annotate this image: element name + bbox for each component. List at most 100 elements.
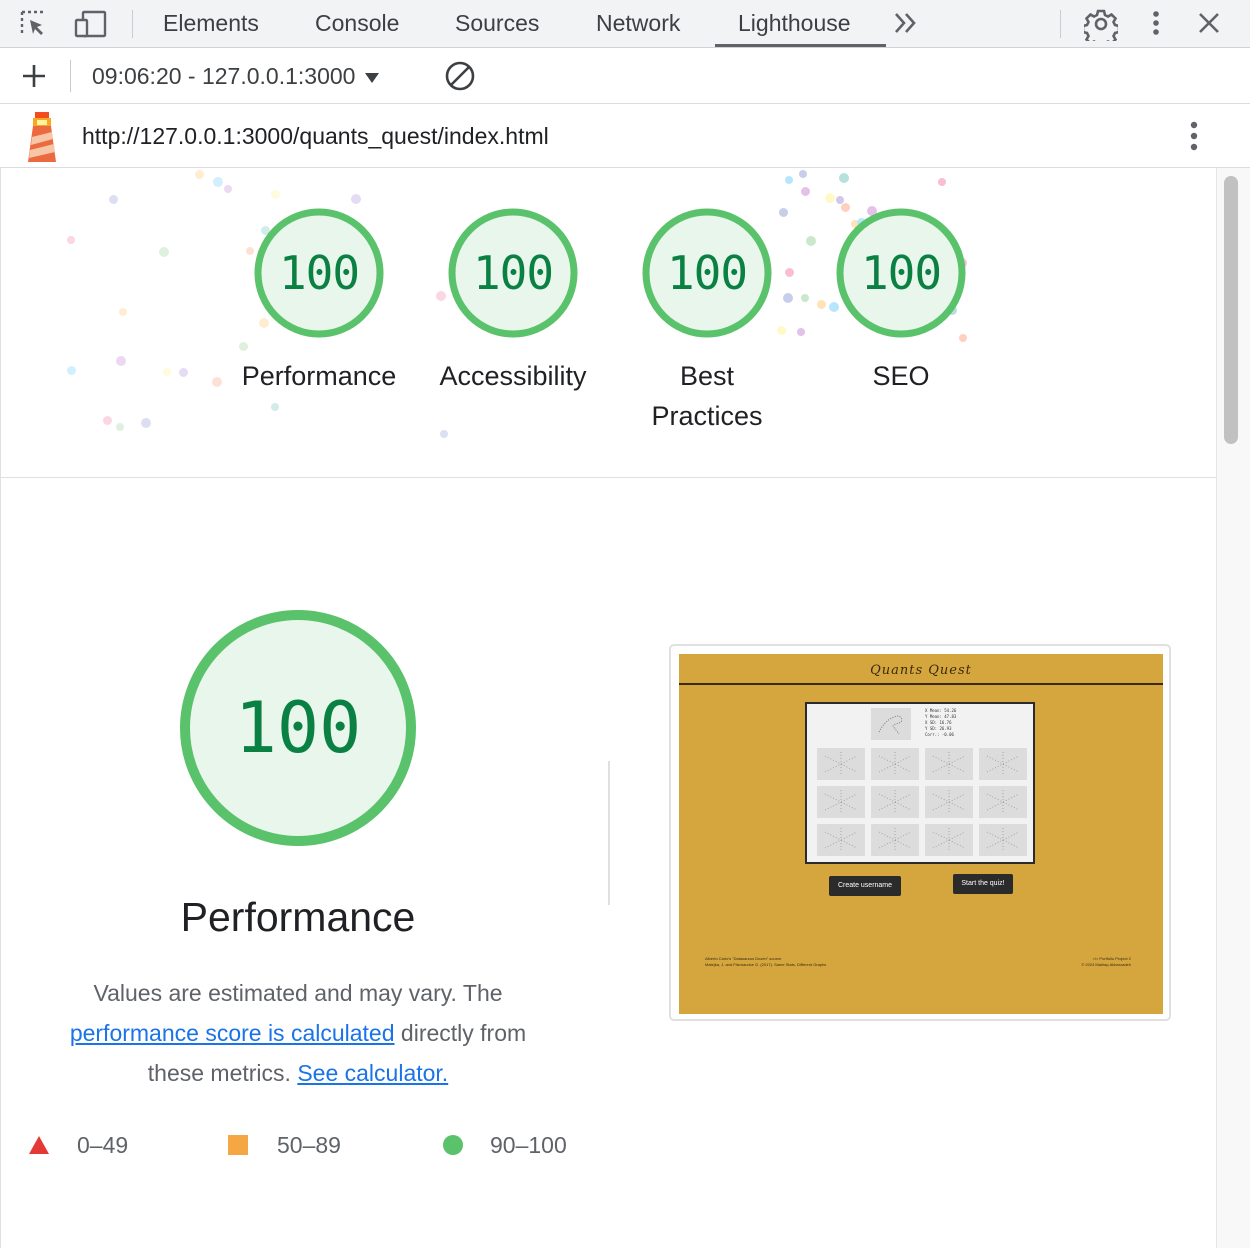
average-square-icon: [228, 1135, 248, 1155]
active-tab-indicator: [715, 44, 886, 47]
performance-score-gauge[interactable]: 100: [253, 207, 385, 339]
best-practices-score-gauge[interactable]: 100: [641, 207, 773, 339]
confetti-dot: [825, 193, 835, 203]
screenshot-site-title: Quants Quest: [870, 663, 972, 678]
confetti-dot: [239, 342, 248, 351]
gauge-score: 100: [472, 246, 554, 300]
screenshot-plot-cell: [925, 824, 973, 856]
legend-range-fail: 0–49: [77, 1132, 129, 1158]
report-selector[interactable]: 09:06:20 - 127.0.0.1:3000: [92, 48, 380, 104]
confetti-dot: [817, 300, 826, 309]
new-report-plus-icon[interactable]: [21, 63, 47, 89]
screenshot-start-quiz-button: Start the quiz!: [953, 874, 1013, 894]
inspect-element-icon[interactable]: [18, 8, 50, 40]
gauge-label-performance[interactable]: Performance: [219, 356, 419, 396]
screenshot-plot-cell: [871, 824, 919, 856]
confetti-dot: [67, 366, 76, 375]
gauge-score: 100: [666, 246, 748, 300]
screenshot-plot-cell: [925, 748, 973, 780]
screenshot-footer-line: Matejka, J. and Fitzmaurice G. (2017). S…: [705, 962, 827, 967]
gauge-label-accessibility[interactable]: Accessibility: [413, 356, 613, 396]
legend-range-pass: 90–100: [490, 1132, 567, 1158]
tab-sources[interactable]: Sources: [455, 0, 539, 46]
screenshot-image: Quants Quest X Mean: 54.26 Y Mean: 47.83…: [679, 654, 1163, 1014]
screenshot-plot-cell: [925, 786, 973, 818]
legend-range-average: 50–89: [277, 1132, 341, 1158]
performance-description: Values are estimated and may vary. The p…: [41, 973, 555, 1093]
screenshot-dino-plot: [871, 708, 911, 740]
final-screenshot[interactable]: Quants Quest X Mean: 54.26 Y Mean: 47.83…: [669, 644, 1171, 1021]
screenshot-plot-cell: [817, 786, 865, 818]
gauge-label-seo[interactable]: SEO: [801, 356, 1001, 396]
pass-circle-icon: [443, 1135, 463, 1155]
screenshot-plot-cell: [979, 786, 1027, 818]
see-calculator-link[interactable]: See calculator.: [297, 1060, 448, 1086]
confetti-dot: [119, 308, 127, 316]
tab-elements[interactable]: Elements: [163, 0, 259, 46]
tab-console[interactable]: Console: [315, 0, 399, 46]
screenshot-stat: Corr.: -0.06: [925, 732, 954, 737]
screenshot-plot-cell: [817, 824, 865, 856]
description-text: these metrics.: [147, 1060, 291, 1086]
lighthouse-toolbar: 09:06:20 - 127.0.0.1:3000: [0, 48, 1250, 104]
settings-gear-icon[interactable]: [1084, 7, 1118, 41]
confetti-dot: [224, 185, 232, 193]
close-devtools-icon[interactable]: [1196, 10, 1222, 36]
confetti-dot: [440, 430, 448, 438]
confetti-dot: [779, 208, 788, 217]
seo-score-gauge[interactable]: 100: [835, 207, 967, 339]
report-scrollbar[interactable]: [1216, 168, 1250, 1248]
confetti-dot: [213, 177, 223, 187]
screenshot-plot-cell: [871, 748, 919, 780]
devtools-tab-bar: Elements Console Sources Network Lightho…: [0, 0, 1250, 48]
gauge-label-line: Practices: [651, 401, 763, 431]
confetti-dot: [785, 268, 794, 277]
confetti-dot: [351, 194, 361, 204]
screenshot-create-username-button: Create username: [829, 876, 901, 896]
confetti-dot: [436, 291, 446, 301]
confetti-dot: [116, 423, 124, 431]
confetti-dot: [159, 247, 169, 257]
more-tabs-chevron-icon[interactable]: [892, 10, 920, 36]
fail-triangle-icon: [29, 1136, 49, 1154]
confetti-dot: [839, 173, 849, 183]
confetti-dot: [801, 294, 809, 302]
more-options-icon[interactable]: [1146, 9, 1166, 39]
accessibility-score-gauge[interactable]: 100: [447, 207, 579, 339]
scrollbar-thumb[interactable]: [1224, 176, 1238, 444]
confetti-dot: [806, 236, 816, 246]
confetti-dot: [163, 368, 171, 376]
dropdown-arrow-icon: [364, 72, 379, 83]
screenshot-footer-line: © 2024 Mahtap Akbarzadeh: [1081, 962, 1131, 967]
confetti-dot: [141, 418, 151, 428]
screenshot-plot-cell: [817, 748, 865, 780]
screenshot-stats: X Mean: 54.26 Y Mean: 47.83 X SD: 16.76 …: [925, 708, 956, 738]
gauge-label-line: Best: [679, 361, 735, 391]
score-scale-legend: 0–49 50–89 90–100: [1, 1130, 601, 1160]
screenshot-footer-left: Alberto Cairo's "Datasaurus Dozen" sourc…: [705, 956, 826, 968]
description-text: Values are estimated and may vary. The: [93, 980, 503, 1006]
tab-lighthouse[interactable]: Lighthouse: [738, 0, 851, 46]
lighthouse-report: 100 Performance 100 Accessibility 100 Be…: [0, 168, 1216, 1248]
device-toolbar-icon[interactable]: [74, 8, 108, 40]
confetti-dot: [785, 176, 793, 184]
gauge-score: 100: [278, 246, 360, 300]
description-text: directly from: [400, 1020, 527, 1046]
confetti-dot: [783, 293, 793, 303]
confetti-dot: [801, 187, 810, 196]
section-divider: [1, 477, 1216, 478]
screenshot-plot-cell: [979, 824, 1027, 856]
large-gauge-score: 100: [234, 687, 362, 769]
tab-network[interactable]: Network: [596, 0, 680, 46]
screenshot-footer-right: </> Portfolio Project 2 © 2024 Mahtap Ak…: [1081, 956, 1131, 968]
clear-all-icon[interactable]: [444, 60, 476, 92]
performance-score-link[interactable]: performance score is calculated: [70, 1020, 395, 1046]
gauge-label-best-practices[interactable]: Best Practices: [607, 356, 807, 436]
screenshot-plot-cell: [871, 786, 919, 818]
confetti-dot: [271, 190, 280, 199]
report-menu-icon[interactable]: [1184, 120, 1204, 154]
screenshot-plot-cell: [979, 748, 1027, 780]
lighthouse-logo-icon: [28, 112, 56, 162]
confetti-dot: [797, 328, 805, 336]
report-url: http://127.0.0.1:3000/quants_quest/index…: [82, 123, 549, 149]
